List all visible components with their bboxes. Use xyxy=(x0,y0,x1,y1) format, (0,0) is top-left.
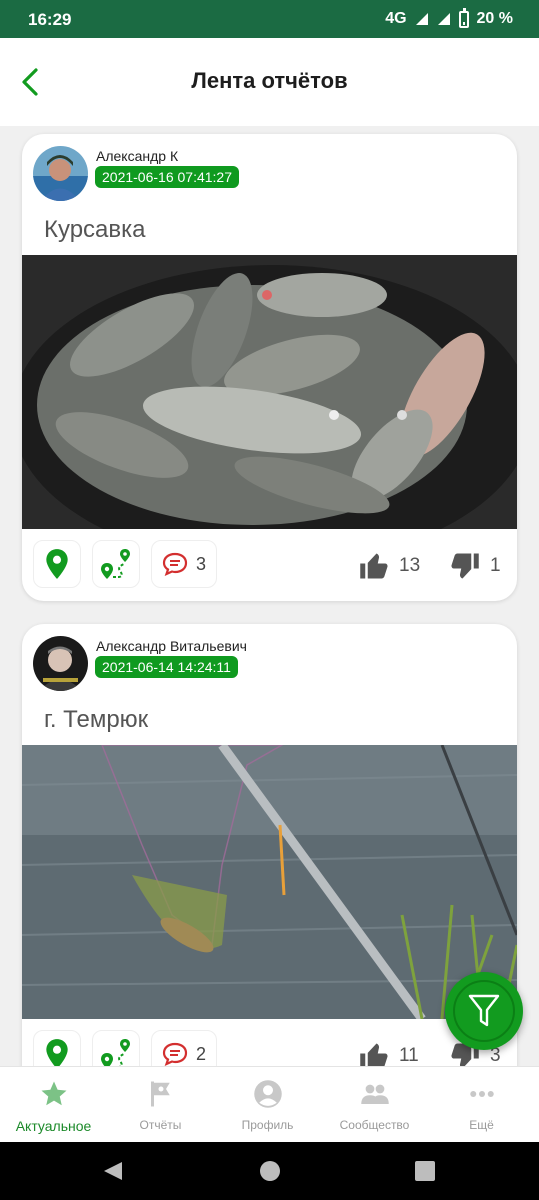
avatar[interactable] xyxy=(33,636,88,691)
likes-count: 11 xyxy=(399,1045,419,1066)
comments-button[interactable]: 2 xyxy=(151,1030,217,1066)
report-card[interactable]: Александр Витальевич 2021-06-14 14:24:11… xyxy=(22,624,517,1066)
nav-label: Сообщество xyxy=(339,1118,410,1132)
comment-icon xyxy=(162,1042,188,1066)
report-actions: 2 11 3 xyxy=(22,1030,517,1066)
report-date: 2021-06-16 07:41:27 xyxy=(95,166,239,188)
location-button[interactable] xyxy=(33,1030,81,1066)
app-bar: Лента отчётов xyxy=(0,38,539,126)
back-triangle-icon[interactable] xyxy=(102,1160,124,1182)
like-button[interactable]: 13 xyxy=(359,552,420,580)
route-icon xyxy=(101,1039,130,1066)
dislikes-count: 1 xyxy=(490,555,501,576)
nav-label: Ещё xyxy=(469,1118,494,1132)
report-card[interactable]: Александр К 2021-06-16 07:41:27 Курсавка xyxy=(22,134,517,601)
author-name[interactable]: Александр К xyxy=(96,148,178,164)
author-name[interactable]: Александр Витальевич xyxy=(96,638,247,654)
page-title: Лента отчётов xyxy=(191,68,348,93)
account-icon xyxy=(253,1080,282,1108)
signal-icon-2 xyxy=(437,13,450,25)
report-feed[interactable]: Александр К 2021-06-16 07:41:27 Курсавка xyxy=(0,126,539,1066)
dislike-button[interactable]: 1 xyxy=(450,552,501,580)
nav-label: Отчёты xyxy=(139,1118,182,1132)
map-pin-icon xyxy=(46,1039,68,1066)
battery-icon xyxy=(458,7,469,28)
comments-button[interactable]: 3 xyxy=(151,540,217,588)
comments-count: 3 xyxy=(195,553,206,574)
report-actions: 3 13 1 xyxy=(22,540,517,590)
route-button[interactable] xyxy=(92,540,140,588)
more-icon xyxy=(469,1091,494,1097)
nav-label: Актуальное xyxy=(15,1118,92,1134)
recents-square-icon[interactable] xyxy=(414,1160,436,1182)
avatar[interactable] xyxy=(33,146,88,201)
star-icon xyxy=(41,1081,66,1106)
status-bar: 16:29 4G 20 % xyxy=(0,0,539,38)
report-place: г. Темрюк xyxy=(44,706,149,733)
nav-item-more[interactable]: Ещё xyxy=(428,1067,535,1143)
report-place: Курсавка xyxy=(44,216,146,243)
thumbs-up-icon xyxy=(360,553,388,579)
group-icon xyxy=(360,1084,389,1104)
network-type: 4G xyxy=(385,10,407,27)
report-date: 2021-06-14 14:24:11 xyxy=(95,656,238,678)
nav-item-profile[interactable]: Профиль xyxy=(214,1067,321,1143)
location-button[interactable] xyxy=(33,540,81,588)
filter-button[interactable] xyxy=(445,972,523,1050)
bottom-navigation: Актуальное Отчёты Профиль Сообщество Ещё xyxy=(0,1066,539,1142)
map-pin-icon xyxy=(46,549,68,579)
filter-button-ring xyxy=(453,980,515,1042)
report-photo[interactable] xyxy=(22,745,517,1019)
thumbs-up-icon xyxy=(360,1043,388,1066)
nav-item-reports[interactable]: Отчёты xyxy=(107,1067,214,1143)
comments-count: 2 xyxy=(195,1043,206,1064)
nav-label: Профиль xyxy=(241,1118,294,1132)
thumbs-down-icon xyxy=(451,553,479,579)
route-button[interactable] xyxy=(92,1030,140,1066)
nav-item-actual[interactable]: Актуальное xyxy=(0,1067,107,1143)
route-icon xyxy=(101,549,130,579)
system-navigation-bar xyxy=(0,1142,539,1200)
status-icons: 4G 20 % xyxy=(385,7,513,28)
likes-count: 13 xyxy=(399,555,421,576)
filter-icon xyxy=(468,994,500,1027)
flag-icon xyxy=(150,1081,170,1107)
report-photo[interactable] xyxy=(22,255,517,529)
status-time: 16:29 xyxy=(28,10,72,29)
like-button[interactable]: 11 xyxy=(359,1042,419,1066)
signal-icon xyxy=(415,13,428,25)
nav-item-community[interactable]: Сообщество xyxy=(321,1067,428,1143)
battery-level: 20 % xyxy=(476,10,513,27)
comment-icon xyxy=(162,552,188,576)
home-circle-icon[interactable] xyxy=(259,1160,281,1182)
